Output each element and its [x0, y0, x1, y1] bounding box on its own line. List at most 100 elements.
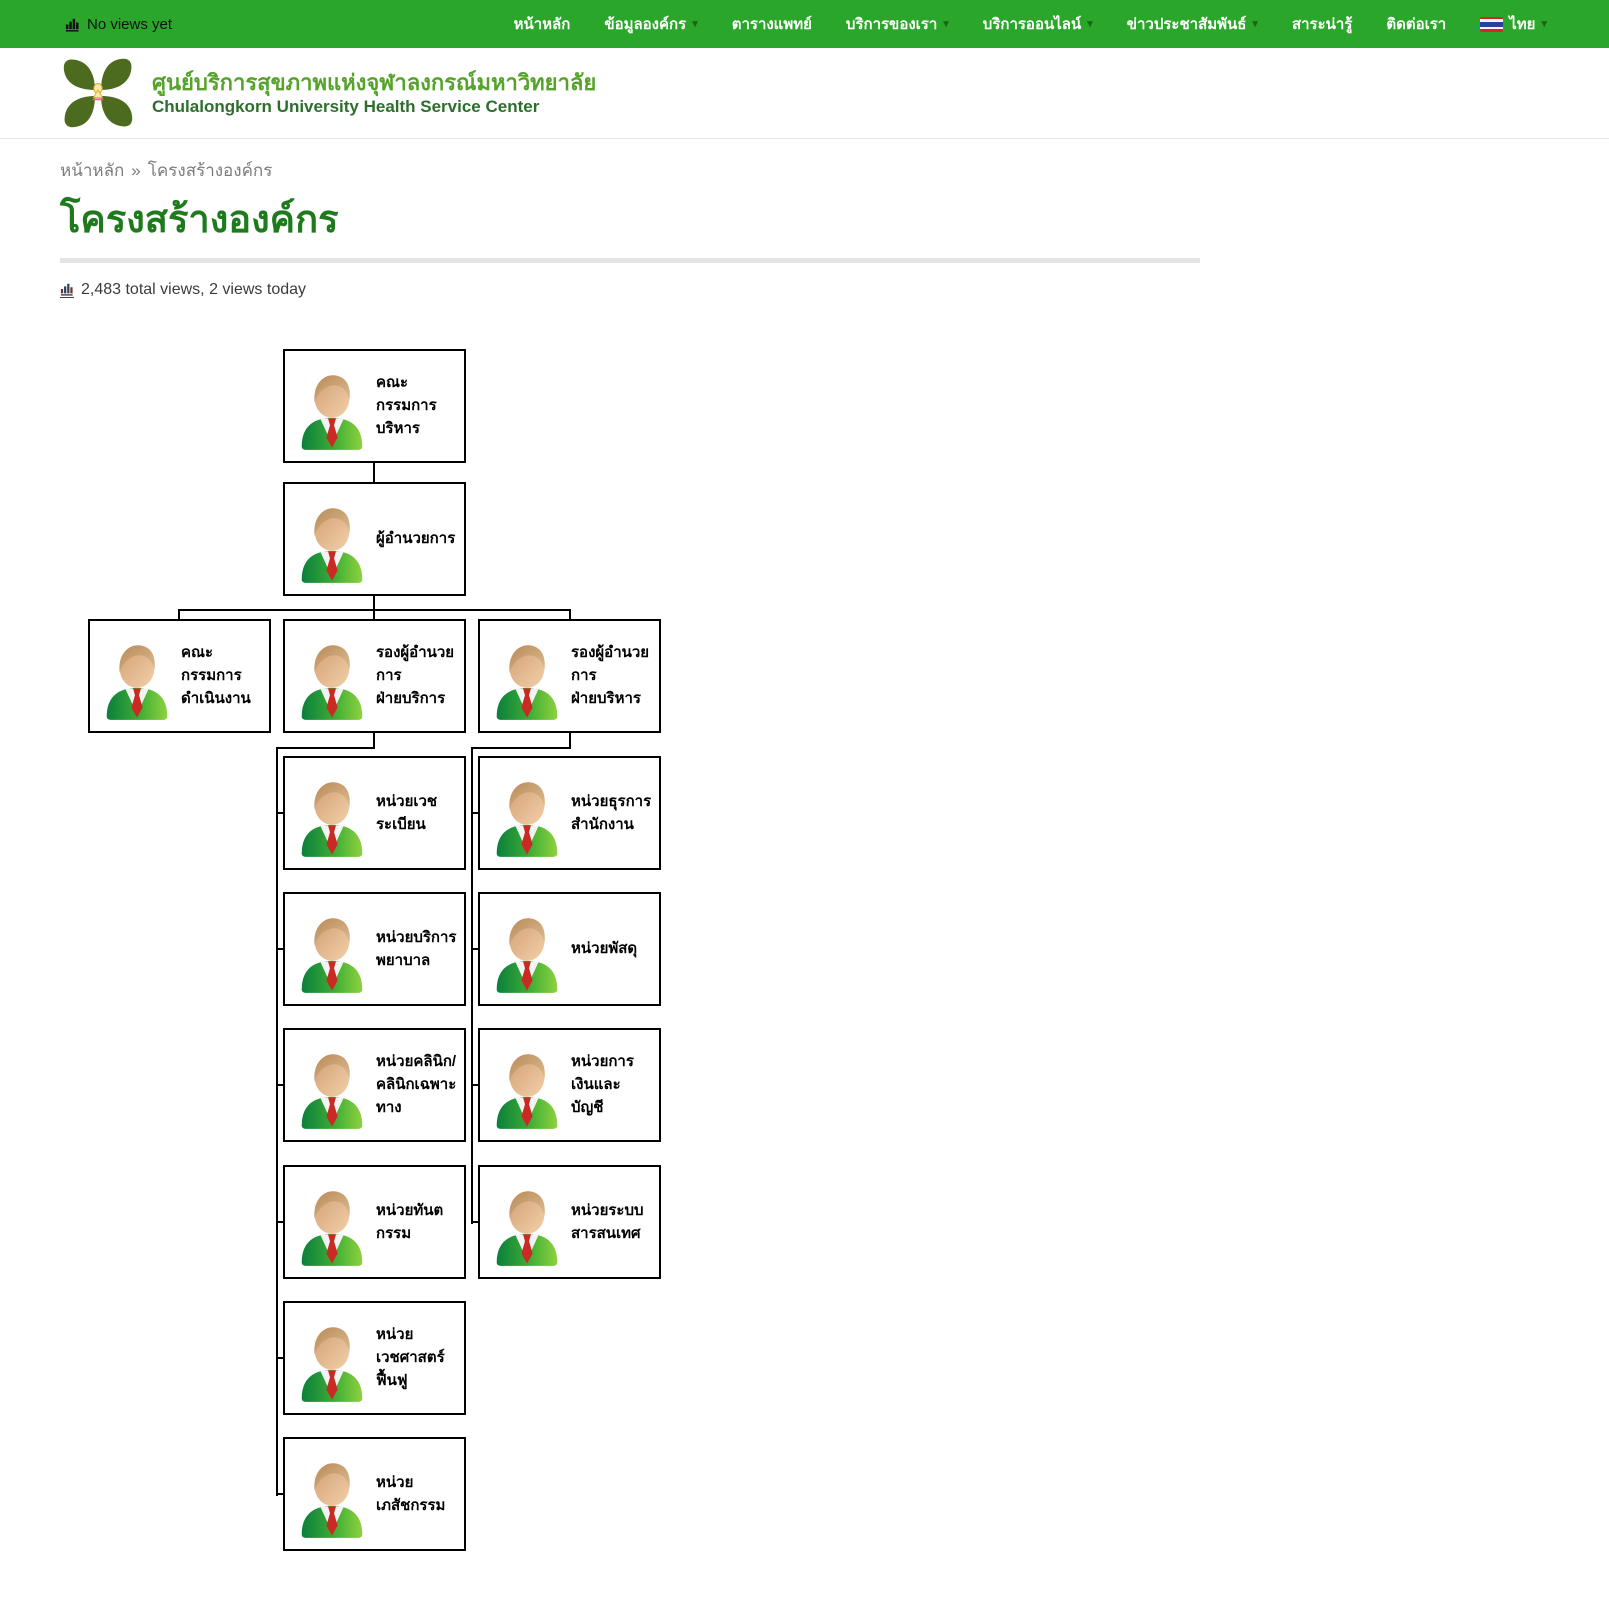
connector-line [276, 1357, 283, 1359]
org-node-label-line: หน่วยคลินิก/ [376, 1050, 460, 1073]
nav-item-2[interactable]: ตารางแพทย์ [732, 12, 812, 36]
chevron-down-icon: ▾ [692, 19, 698, 30]
nav-item-label: ข้อมูลองค์กร [604, 12, 686, 36]
nav-item-3[interactable]: บริการของเรา ▾ [846, 12, 949, 36]
site-title-english: Chulalongkorn University Health Service … [152, 96, 596, 117]
person-icon [491, 1184, 563, 1267]
org-node-label-line: หน่วยระบบ [571, 1199, 644, 1222]
nav-item-label: บริการออนไลน์ [983, 12, 1081, 36]
org-node-label-line: รองผู้อำนวยการ [571, 641, 655, 688]
person-icon [491, 1047, 563, 1130]
connector-line [471, 747, 571, 749]
nav-item-0[interactable]: หน้าหลัก [514, 12, 571, 36]
connector-line [569, 609, 571, 619]
breadcrumb-current: โครงสร้างองค์กร [148, 157, 273, 184]
connector-line [471, 1221, 478, 1223]
org-node-label: รองผู้อำนวยการฝ่ายบริหาร [571, 641, 655, 711]
thailand-flag-icon [1480, 17, 1503, 32]
person-icon [296, 638, 368, 721]
nav-item-6[interactable]: สาระน่ารู้ [1292, 12, 1352, 36]
connector-line [276, 1221, 283, 1223]
org-chart: คณะกรรมการบริหาร ผู้อำนวยการ คณะกรรมการด… [0, 339, 1609, 1589]
org-node-director: ผู้อำนวยการ [283, 482, 466, 596]
org-node-deputy-services: รองผู้อำนวยการฝ่ายบริการ [283, 619, 466, 733]
views-status: No views yet [65, 0, 172, 48]
site-title: ศูนย์บริการสุขภาพแห่งจุฬาลงกรณ์มหาวิทยาล… [152, 69, 596, 118]
org-node-label-line: สารสนเทศ [571, 1222, 644, 1245]
connector-line [276, 812, 283, 814]
org-node-label-line: คลินิกเฉพาะทาง [376, 1073, 460, 1120]
org-node-finance-accounting: หน่วยการเงินและบัญชี [478, 1028, 661, 1142]
person-icon [296, 1047, 368, 1130]
chevron-down-icon: ▾ [1252, 19, 1258, 30]
org-node-label-line: หน่วยพัสดุ [571, 937, 637, 960]
breadcrumb: หน้าหลัก » โครงสร้างองค์กร [60, 157, 1609, 184]
nav-item-5[interactable]: ข่าวประชาสัมพันธ์ ▾ [1127, 12, 1258, 36]
org-node-label: หน่วยเวชระเบียน [376, 790, 460, 837]
top-navbar: No views yet หน้าหลัก ข้อมูลองค์กร ▾ ตารางแ… [0, 0, 1609, 48]
views-status-text: No views yet [87, 16, 172, 33]
person-icon [101, 638, 173, 721]
org-node-office-admin: หน่วยธุรการสำนักงาน [478, 756, 661, 870]
org-node-label: หน่วยพัสดุ [571, 937, 637, 960]
org-node-label-line: คณะกรรมการ [376, 371, 460, 418]
person-icon [296, 1184, 368, 1267]
org-node-supplies: หน่วยพัสดุ [478, 892, 661, 1006]
nav-item-label: สาระน่ารู้ [1292, 12, 1352, 36]
org-node-clinic: หน่วยคลินิก/คลินิกเฉพาะทาง [283, 1028, 466, 1142]
org-node-dental: หน่วยทันตกรรม [283, 1165, 466, 1279]
nav-item-1[interactable]: ข้อมูลองค์กร ▾ [604, 12, 697, 36]
site-logo-link[interactable]: ศูนย์บริการสุขภาพแห่งจุฬาลงกรณ์มหาวิทยาล… [60, 55, 596, 131]
person-icon [296, 911, 368, 994]
org-node-label: หน่วยธุรการสำนักงาน [571, 790, 651, 837]
org-node-label: หน่วยเภสัชกรรม [376, 1471, 460, 1518]
person-icon [491, 775, 563, 858]
connector-line [471, 812, 478, 814]
nav-item-4[interactable]: บริการออนไลน์ ▾ [983, 12, 1093, 36]
connector-line [276, 948, 283, 950]
person-icon [491, 638, 563, 721]
org-node-label-line: บริหาร [376, 417, 460, 440]
org-node-label-line: รองผู้อำนวยการ [376, 641, 460, 688]
person-icon [296, 1320, 368, 1403]
org-node-deputy-admin: รองผู้อำนวยการฝ่ายบริหาร [478, 619, 661, 733]
org-node-label: หน่วยเวชศาสตร์ฟื้นฟู [376, 1323, 460, 1393]
connector-line [373, 463, 375, 482]
top-nav: หน้าหลัก ข้อมูลองค์กร ▾ ตารางแพทย์ บริการของ… [514, 0, 1547, 48]
org-node-label: หน่วยระบบสารสนเทศ [571, 1199, 644, 1246]
org-node-label-line: คณะกรรมการ [181, 641, 265, 688]
connector-line [276, 1493, 283, 1495]
health-center-logo-icon [60, 55, 136, 131]
breadcrumb-home-link[interactable]: หน้าหลัก [60, 157, 124, 184]
org-node-label: หน่วยคลินิก/คลินิกเฉพาะทาง [376, 1050, 460, 1120]
org-node-label-line: หน่วยเวชระเบียน [376, 790, 460, 837]
org-node-operating-committee: คณะกรรมการดำเนินงาน [88, 619, 271, 733]
title-divider [60, 258, 1200, 263]
connector-line [471, 948, 478, 950]
org-node-label-line: ฝ่ายบริการ [376, 687, 460, 710]
org-node-label-line: หน่วยการเงินและ [571, 1050, 655, 1097]
bar-chart-icon [60, 282, 74, 298]
org-node-information-systems: หน่วยระบบสารสนเทศ [478, 1165, 661, 1279]
org-node-label: หน่วยบริการพยาบาล [376, 926, 457, 973]
chevron-down-icon: ▾ [1541, 19, 1547, 30]
org-node-pharmacy: หน่วยเภสัชกรรม [283, 1437, 466, 1551]
connector-line [276, 747, 375, 749]
person-icon [491, 911, 563, 994]
org-node-nursing-service: หน่วยบริการพยาบาล [283, 892, 466, 1006]
nav-item-7[interactable]: ติดต่อเรา [1386, 12, 1446, 36]
org-node-label: รองผู้อำนวยการฝ่ายบริการ [376, 641, 460, 711]
org-node-label-line: หน่วยเวชศาสตร์ [376, 1323, 460, 1370]
nav-item-label: ข่าวประชาสัมพันธ์ [1127, 12, 1247, 36]
chevron-down-icon: ▾ [943, 19, 949, 30]
nav-item-8[interactable]: ไทย▾ [1480, 12, 1547, 36]
connector-line [276, 1084, 283, 1086]
bar-chart-icon [65, 17, 80, 32]
org-node-label-line: หน่วยทันตกรรม [376, 1199, 460, 1246]
nav-item-label: บริการของเรา [846, 12, 937, 36]
chevron-down-icon: ▾ [1087, 19, 1093, 30]
nav-item-label: ตารางแพทย์ [732, 12, 812, 36]
org-node-label-line: หน่วยธุรการ [571, 790, 651, 813]
person-icon [296, 1456, 368, 1539]
site-title-thai: ศูนย์บริการสุขภาพแห่งจุฬาลงกรณ์มหาวิทยาล… [152, 69, 596, 97]
